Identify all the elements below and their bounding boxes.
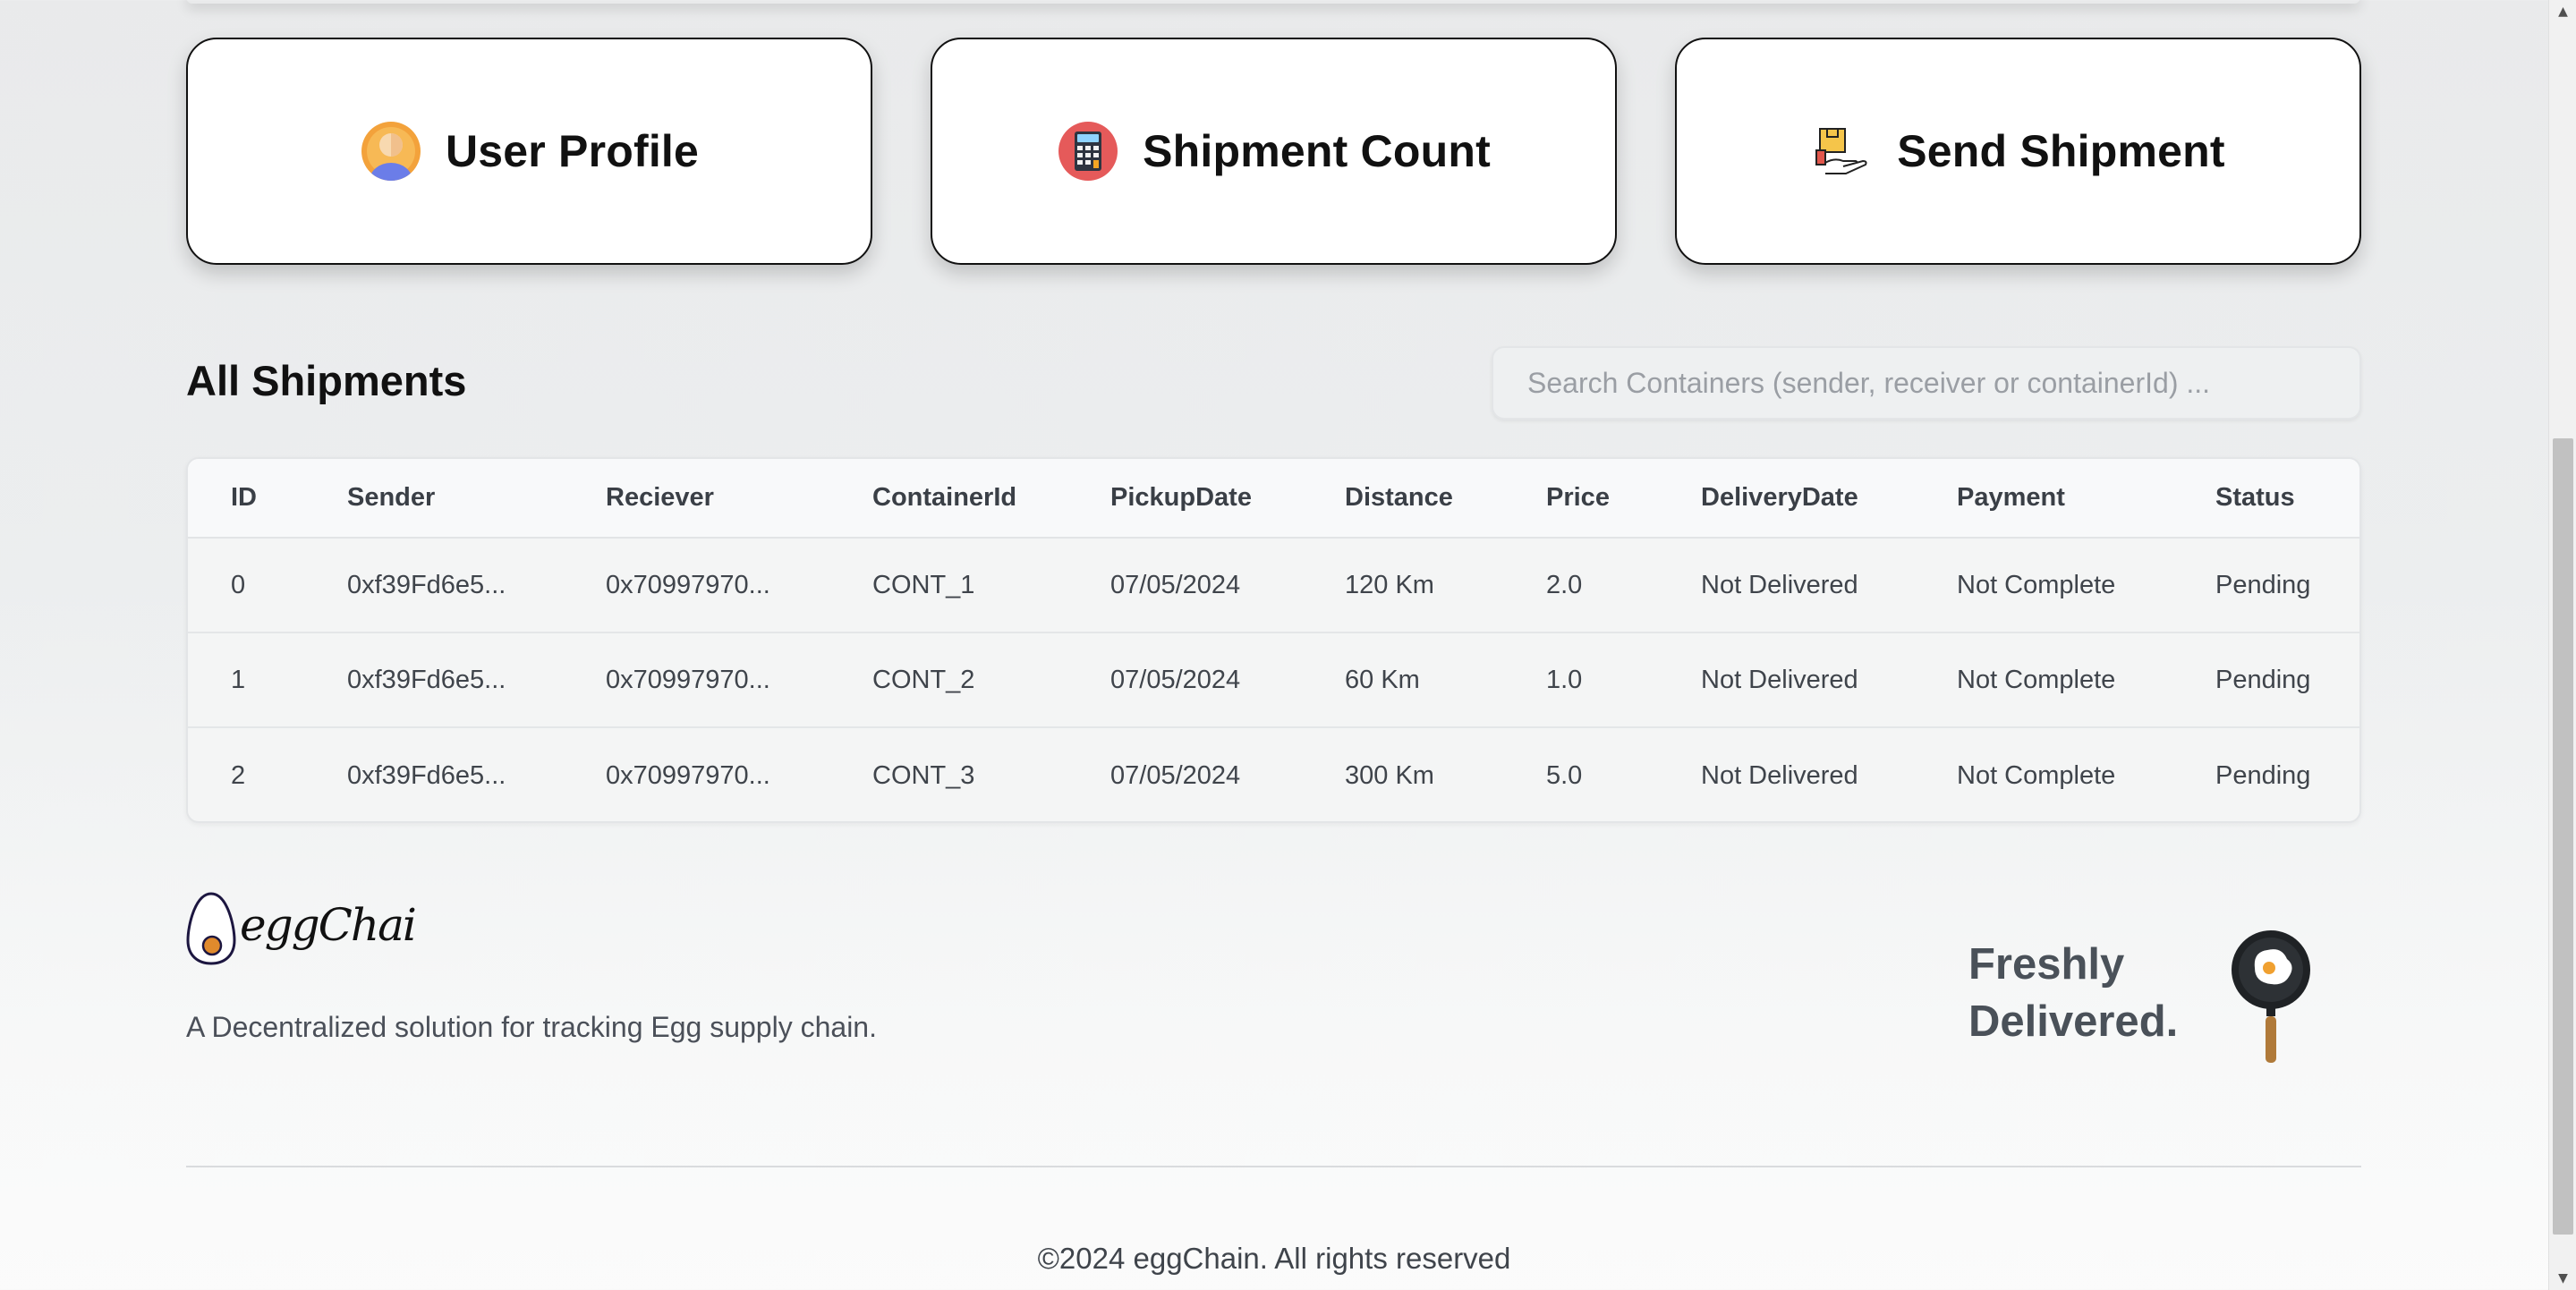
all-shipments-title: All Shipments <box>186 357 467 404</box>
user-profile-label: User Profile <box>445 126 700 176</box>
table-cell-price: 1.0 <box>1546 665 1583 694</box>
page: User Profile Shipment Count Send Shipmen… <box>0 0 2548 1290</box>
frying-pan-egg-icon <box>2232 930 2310 1063</box>
tagline: Freshly Delivered. <box>1968 936 2237 1050</box>
column-header: DeliveryDate <box>1701 483 1858 512</box>
send-shipment-label: Send Shipment <box>1897 126 2225 176</box>
shipment-count-label: Shipment Count <box>1143 126 1491 176</box>
table-header: ID Sender Reciever ContainerId PickupDat… <box>188 459 2359 539</box>
top-panel-edge <box>186 0 2360 4</box>
table-cell-pickup-date: 07/05/2024 <box>1110 760 1241 790</box>
table-cell-distance: 300 Km <box>1345 760 1434 790</box>
table-cell-id: 1 <box>231 665 246 694</box>
table-cell-price: 2.0 <box>1546 570 1583 599</box>
shipments-table: ID Sender Reciever ContainerId PickupDat… <box>186 457 2361 823</box>
shipment-count-card[interactable]: Shipment Count <box>931 38 1617 265</box>
column-header: Sender <box>347 483 436 512</box>
column-header: ContainerId <box>872 483 1017 512</box>
table-cell-delivery-date: Not Delivered <box>1701 570 1858 599</box>
search-container <box>1492 346 2361 420</box>
table-cell-receiver: 0x70997970... <box>606 570 770 599</box>
table-cell-delivery-date: Not Delivered <box>1701 665 1858 694</box>
table-row[interactable]: 2 0xf39Fd6e5... 0x70997970... CONT_3 07/… <box>188 728 2359 821</box>
column-header: Price <box>1546 483 1610 512</box>
column-header: PickupDate <box>1110 483 1252 512</box>
table-cell-distance: 60 Km <box>1345 665 1420 694</box>
scrollbar-thumb[interactable] <box>2553 438 2573 1235</box>
eggchain-logo[interactable]: eggChain <box>184 890 417 967</box>
table-cell-sender: 0xf39Fd6e5... <box>347 665 506 694</box>
column-header: Status <box>2215 483 2295 512</box>
table-cell-receiver: 0x70997970... <box>606 760 770 790</box>
tagline-line-2: Delivered. <box>1968 997 2179 1046</box>
vertical-scrollbar[interactable]: ▲ ▼ <box>2548 0 2576 1290</box>
table-cell-container-id: CONT_3 <box>872 760 975 790</box>
copyright-text: ©2024 eggChain. All rights reserved <box>1037 1242 1511 1275</box>
table-cell-id: 2 <box>231 760 246 790</box>
table-cell-id: 0 <box>231 570 246 599</box>
table-cell-payment: Not Complete <box>1957 665 2116 694</box>
table-cell-status: Pending <box>2215 665 2311 694</box>
send-shipment-card[interactable]: Send Shipment <box>1675 38 2361 265</box>
column-header: Distance <box>1345 483 1453 512</box>
footer-divider <box>186 1166 2361 1167</box>
table-cell-receiver: 0x70997970... <box>606 665 770 694</box>
table-cell-delivery-date: Not Delivered <box>1701 760 1858 790</box>
table-cell-container-id: CONT_2 <box>872 665 975 694</box>
scroll-up-icon[interactable]: ▲ <box>2549 0 2576 23</box>
table-cell-sender: 0xf39Fd6e5... <box>347 760 506 790</box>
scroll-down-icon[interactable]: ▼ <box>2549 1267 2576 1290</box>
table-cell-container-id: CONT_1 <box>872 570 975 599</box>
table-cell-distance: 120 Km <box>1345 570 1434 599</box>
svg-text:eggChain: eggChain <box>240 899 417 951</box>
table-cell-sender: 0xf39Fd6e5... <box>347 570 506 599</box>
tagline-line-1: Freshly <box>1968 940 2125 989</box>
user-profile-card[interactable]: User Profile <box>186 38 872 265</box>
table-cell-status: Pending <box>2215 760 2311 790</box>
table-row[interactable]: 1 0xf39Fd6e5... 0x70997970... CONT_2 07/… <box>188 633 2359 728</box>
column-header: Payment <box>1957 483 2065 512</box>
package-hand-icon <box>1815 128 1867 174</box>
table-cell-pickup-date: 07/05/2024 <box>1110 665 1241 694</box>
table-cell-status: Pending <box>2215 570 2311 599</box>
brand-description: A Decentralized solution for tracking Eg… <box>186 1011 877 1043</box>
table-cell-price: 5.0 <box>1546 760 1583 790</box>
table-cell-pickup-date: 07/05/2024 <box>1110 570 1241 599</box>
table-cell-payment: Not Complete <box>1957 760 2116 790</box>
table-cell-payment: Not Complete <box>1957 570 2116 599</box>
calculator-icon <box>1058 122 1118 181</box>
search-input[interactable] <box>1527 366 2325 400</box>
table-row[interactable]: 0 0xf39Fd6e5... 0x70997970... CONT_1 07/… <box>188 539 2359 633</box>
column-header: Reciever <box>606 483 714 512</box>
column-header: ID <box>231 483 257 512</box>
user-avatar-icon <box>361 122 421 181</box>
